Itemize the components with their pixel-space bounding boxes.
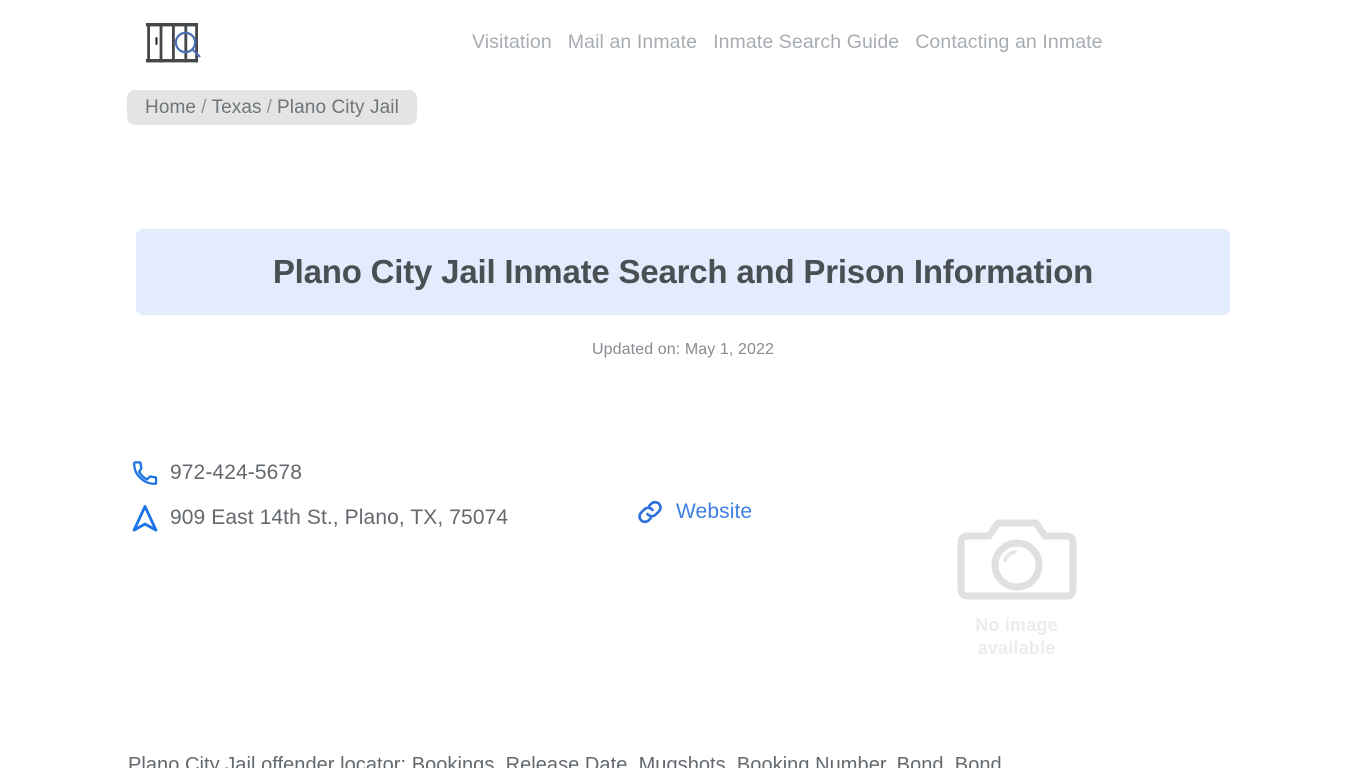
body-paragraph: Plano City Jail offender locator: Bookin… — [128, 754, 1002, 768]
link-chain-icon-svg — [638, 500, 662, 524]
website-link-label: Website — [676, 500, 753, 523]
page-title: Plano City Jail Inmate Search and Prison… — [272, 253, 1094, 290]
phone-icon-svg — [133, 460, 158, 485]
no-image-caption-line1: No image — [975, 615, 1058, 635]
page-title-banner: Plano City Jail Inmate Search and Prison… — [136, 229, 1230, 315]
no-image-caption-line2: available — [977, 638, 1056, 658]
navigation-arrow-icon — [128, 501, 162, 535]
camera-icon — [957, 519, 1076, 600]
jail-bars-search-logo[interactable] — [145, 20, 207, 66]
phone-icon — [128, 456, 162, 490]
breadcrumb-item-current: Plano City Jail — [277, 96, 399, 118]
contact-row-phone[interactable]: 972-424-5678 — [128, 450, 748, 495]
no-image-placeholder: No image available — [944, 508, 1089, 663]
website-link[interactable]: Website — [634, 496, 752, 528]
nav-link-visitation[interactable]: Visitation — [472, 28, 552, 56]
nav-link-mail-an-inmate[interactable]: Mail an Inmate — [568, 28, 697, 56]
navigation-arrow-icon-svg — [132, 504, 158, 531]
breadcrumb-item-texas[interactable]: Texas — [211, 97, 261, 119]
breadcrumb-separator: / — [201, 96, 207, 118]
facility-address: 909 East 14th St., Plano, TX, 75074 — [170, 505, 509, 529]
main-navigation: Visitation Mail an Inmate Inmate Search … — [472, 28, 1103, 56]
jail-bars-search-logo-svg — [146, 23, 201, 63]
facility-phone: 972-424-5678 — [170, 460, 302, 484]
nav-link-inmate-search-guide[interactable]: Inmate Search Guide — [713, 28, 899, 56]
breadcrumb: Home / Texas / Plano City Jail — [127, 90, 417, 125]
nav-link-contacting-an-inmate[interactable]: Contacting an Inmate — [915, 28, 1102, 56]
no-image-caption: No image available — [975, 614, 1058, 660]
breadcrumb-separator: / — [266, 96, 273, 118]
page-root: Visitation Mail an Inmate Inmate Search … — [0, 0, 1366, 768]
breadcrumb-item-home[interactable]: Home — [145, 97, 196, 119]
link-chain-icon — [634, 496, 666, 528]
site-header: Visitation Mail an Inmate Inmate Search … — [0, 0, 1366, 86]
updated-on-text: Updated on: May 1, 2022 — [592, 341, 774, 358]
